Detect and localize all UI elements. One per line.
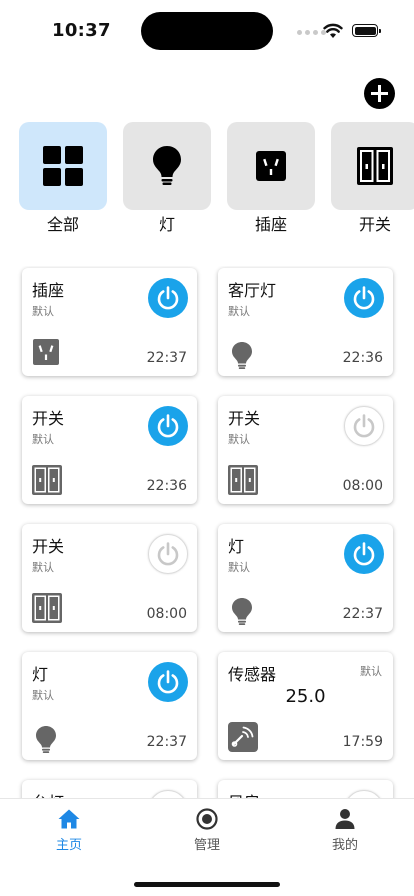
category-label: 全部	[46, 215, 79, 234]
category-tile	[123, 122, 211, 210]
home-icon	[58, 809, 80, 829]
home-screen: 10:37 全部 灯 插座 开关 插座 默认 22:37 客厅灯 默认 22:3…	[0, 0, 414, 896]
grid-icon	[43, 146, 83, 186]
sensor-value: 25.0	[285, 686, 326, 707]
device-card-switch[interactable]: 开关 默认 08:00	[218, 396, 393, 504]
device-name: 灯	[32, 665, 49, 684]
bulb-icon	[232, 598, 252, 625]
device-group: 默认	[32, 561, 54, 574]
category-switch[interactable]: 开关	[331, 122, 414, 236]
wifi-icon	[323, 23, 343, 38]
category-label: 开关	[358, 215, 391, 234]
device-name: 传感器	[228, 665, 277, 684]
device-name: 客厅灯	[228, 281, 277, 300]
category-bar: 全部 灯 插座 开关	[19, 122, 414, 238]
add-device-button[interactable]	[364, 78, 395, 109]
device-group: 默认	[228, 561, 250, 574]
device-card-light[interactable]: 灯 默认 22:37	[22, 652, 197, 760]
power-icon	[157, 414, 179, 438]
device-name: 开关	[228, 409, 261, 428]
power-toggle[interactable]	[148, 534, 188, 574]
power-icon	[353, 414, 375, 438]
device-card-switch[interactable]: 开关 默认 08:00	[22, 524, 197, 632]
status-time: 10:37	[52, 20, 111, 41]
device-name: 插座	[32, 281, 65, 300]
category-label: 灯	[158, 215, 175, 234]
device-group: 默认	[228, 305, 250, 318]
switch-icon	[32, 593, 62, 623]
device-name: 开关	[32, 409, 65, 428]
socket-icon	[256, 151, 286, 181]
power-toggle[interactable]	[148, 662, 188, 702]
power-toggle[interactable]	[148, 406, 188, 446]
device-group: 默认	[32, 305, 54, 318]
socket-icon	[33, 339, 59, 365]
sensor-icon	[228, 722, 258, 752]
switch-icon	[32, 465, 62, 495]
device-name: 台灯	[32, 789, 64, 798]
signal-icon	[297, 30, 326, 35]
device-time: 08:00	[146, 606, 187, 622]
category-tile	[227, 122, 315, 210]
power-toggle[interactable]	[344, 534, 384, 574]
target-icon	[196, 808, 218, 830]
device-card-sensor[interactable]: 传感器 默认 25.0 17:59	[218, 652, 393, 760]
device-time: 08:00	[342, 478, 383, 494]
switch-icon	[357, 147, 393, 185]
battery-icon	[352, 24, 381, 37]
tab-manage[interactable]: 管理	[162, 807, 252, 853]
device-card-socket[interactable]: 插座 默认 22:37	[22, 268, 197, 376]
device-group: 默认	[360, 665, 382, 678]
device-time: 22:36	[342, 350, 383, 366]
device-time: 22:36	[146, 478, 187, 494]
device-name: 灯	[228, 537, 245, 556]
device-name: 风扇	[228, 789, 260, 798]
tab-label: 主页	[55, 838, 82, 853]
person-icon	[335, 809, 355, 829]
device-time: 17:59	[342, 734, 383, 750]
power-toggle[interactable]	[344, 406, 384, 446]
bulb-icon	[36, 726, 56, 753]
device-time: 22:37	[146, 734, 187, 750]
power-toggle[interactable]	[344, 790, 384, 798]
category-label: 插座	[254, 215, 287, 234]
device-time: 22:37	[342, 606, 383, 622]
tab-label: 管理	[193, 838, 220, 853]
switch-icon	[228, 465, 258, 495]
tab-me[interactable]: 我的	[300, 807, 390, 853]
status-bar: 10:37	[0, 0, 414, 60]
device-card-living-room-light[interactable]: 客厅灯 默认 22:36	[218, 268, 393, 376]
power-toggle[interactable]	[148, 790, 188, 798]
device-card-desk-lamp[interactable]: 台灯	[22, 780, 197, 798]
category-light[interactable]: 灯	[123, 122, 211, 236]
device-time: 22:37	[146, 350, 187, 366]
plus-icon	[371, 85, 388, 102]
power-icon	[157, 286, 179, 310]
power-toggle[interactable]	[344, 278, 384, 318]
power-icon	[353, 286, 375, 310]
power-icon	[353, 542, 375, 566]
category-tile	[19, 122, 107, 210]
device-group: 默认	[228, 433, 250, 446]
device-card-switch[interactable]: 开关 默认 22:36	[22, 396, 197, 504]
device-name: 开关	[32, 537, 65, 556]
category-tile	[331, 122, 414, 210]
power-icon	[157, 542, 179, 566]
device-card-light[interactable]: 灯 默认 22:37	[218, 524, 393, 632]
device-group: 默认	[32, 433, 54, 446]
power-toggle[interactable]	[148, 278, 188, 318]
power-icon	[157, 670, 179, 694]
home-indicator	[134, 882, 280, 887]
tab-home[interactable]: 主页	[24, 807, 114, 853]
device-card-fan[interactable]: 风扇	[218, 780, 393, 798]
device-group: 默认	[32, 689, 54, 702]
bulb-icon	[232, 342, 252, 369]
device-grid: 插座 默认 22:37 客厅灯 默认 22:36 开关 默认 22:36 开关 …	[0, 266, 414, 798]
dynamic-island	[141, 12, 273, 50]
category-socket[interactable]: 插座	[227, 122, 315, 236]
bulb-icon	[153, 146, 181, 185]
category-all[interactable]: 全部	[19, 122, 107, 236]
tab-label: 我的	[331, 838, 358, 853]
